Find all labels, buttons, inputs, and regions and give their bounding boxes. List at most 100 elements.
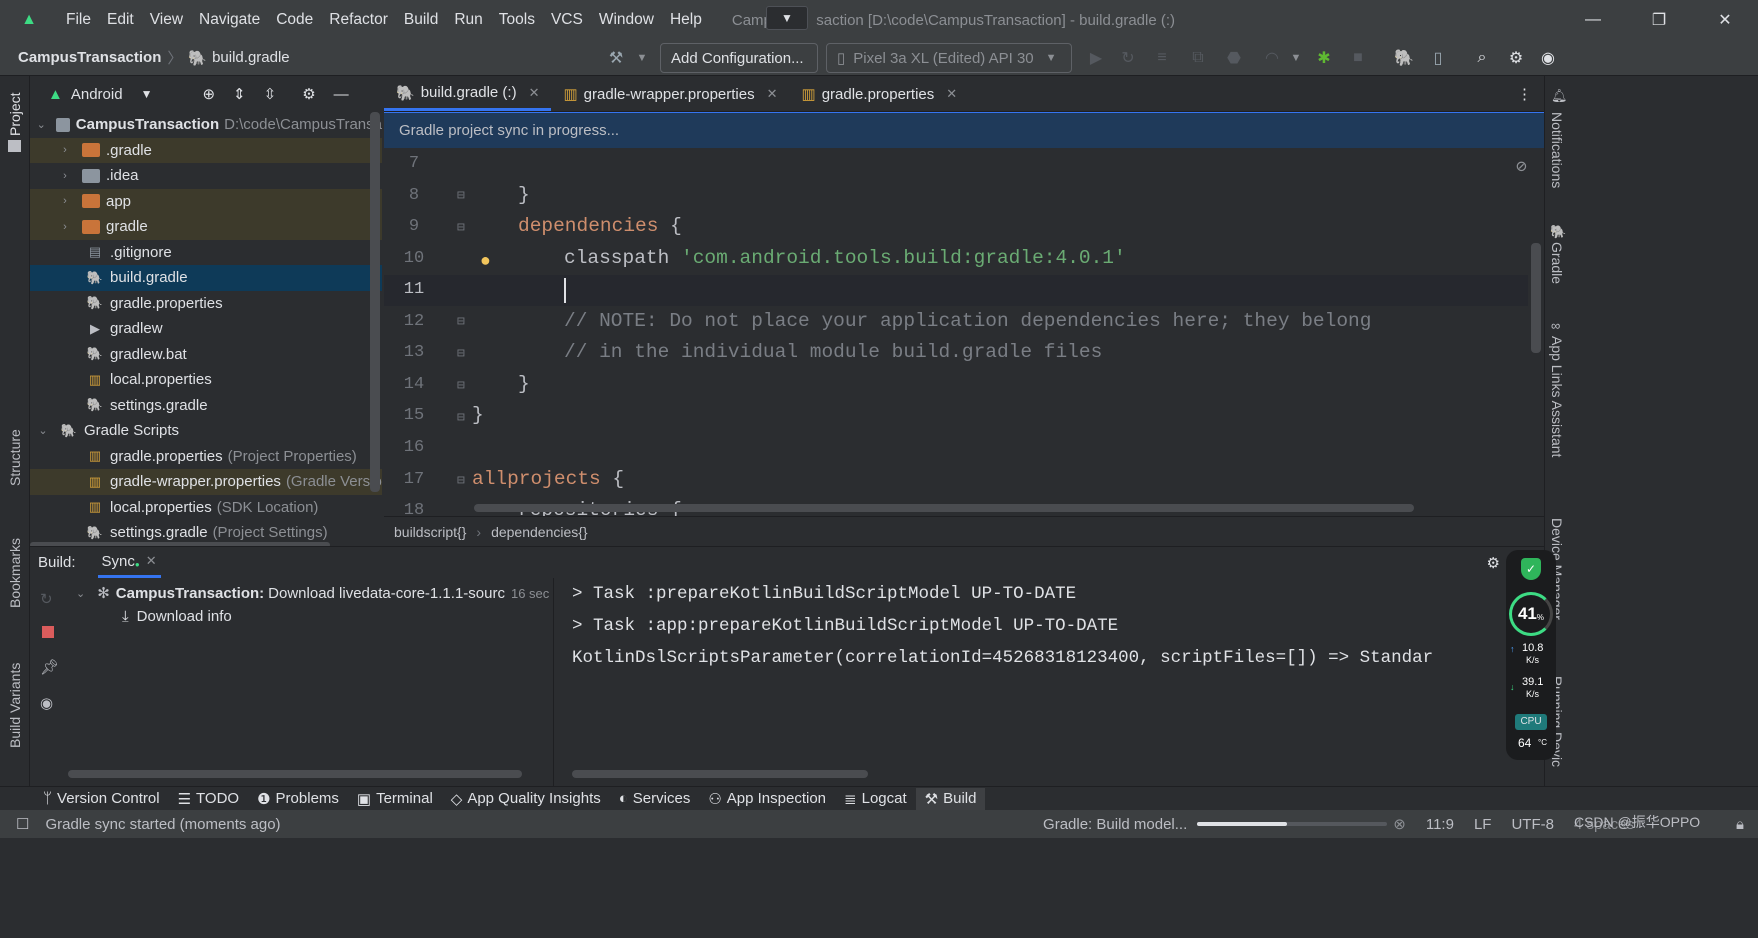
chevron-down-icon[interactable]: ▼ [630, 46, 654, 70]
menu-refactor[interactable]: Refactor [321, 11, 396, 29]
menu-window[interactable]: Window [591, 11, 662, 29]
tool-gradle-label[interactable]: Gradle [1549, 242, 1565, 284]
lightbulb-icon[interactable]: ● [480, 252, 491, 272]
chevron-down-icon[interactable]: ▼ [766, 6, 808, 30]
tool-app-quality-insights[interactable]: ◇ App Quality Insights [442, 788, 610, 810]
fold-marker-icon[interactable]: ⊟ [457, 473, 465, 488]
tool-todo[interactable]: ☰ TODO [169, 788, 249, 810]
chevron-down-icon[interactable]: ⌄ [36, 118, 46, 131]
chevron-right-icon[interactable]: › [58, 221, 72, 233]
stop-icon[interactable]: ■ [1346, 46, 1370, 70]
restore-icon[interactable]: ❐ [1626, 0, 1692, 40]
no-highlight-icon[interactable]: ⊘ [1516, 156, 1527, 178]
tree-node-settings-gradle-2[interactable]: 🐘 settings.gradle (Project Settings) [30, 520, 382, 542]
bell-icon[interactable]: 🔔︎ [1551, 88, 1568, 104]
debug-attach-icon[interactable]: ⬣ [1222, 46, 1246, 70]
menu-navigate[interactable]: Navigate [191, 11, 268, 29]
chevron-down-icon[interactable]: ⌄ [76, 587, 85, 600]
fold-marker-icon[interactable]: ⊟ [457, 188, 465, 203]
rerun-icon[interactable]: ↻ [40, 590, 53, 608]
tool-terminal[interactable]: ▣ Terminal [348, 788, 442, 810]
build-tree-hscrollbar[interactable] [68, 770, 522, 778]
tool-version-control[interactable]: ᛘ Version Control [34, 788, 169, 810]
tree-node-idea[interactable]: › .idea [30, 163, 382, 189]
gear-icon[interactable]: ⚙ [302, 85, 315, 103]
tree-node-app[interactable]: › app [30, 188, 382, 214]
gradle-elephant-icon[interactable]: 🐘 [1550, 224, 1566, 240]
locate-icon[interactable]: ⊕ [202, 85, 215, 103]
close-tab-icon[interactable]: ✕ [146, 553, 157, 569]
tab-build-gradle[interactable]: 🐘 build.gradle (:) ✕ [384, 77, 552, 111]
tree-node-gradle[interactable]: › gradle [30, 214, 382, 240]
tool-services[interactable]: ◐ Services [610, 788, 700, 810]
tree-node-local-properties[interactable]: ▥ local.properties [30, 367, 382, 393]
rerun-icon[interactable]: ↻ [1116, 46, 1140, 70]
tool-build[interactable]: ⚒ Build [915, 787, 986, 810]
more-tabs-icon[interactable]: ⋮ [1517, 77, 1544, 111]
menu-code[interactable]: Code [268, 11, 321, 29]
chevron-right-icon[interactable]: › [58, 144, 72, 156]
tool-app-links-label[interactable]: App Links Assistant [1549, 336, 1565, 457]
apply-code-changes-icon[interactable]: ⧉ [1186, 46, 1210, 70]
editor-hscrollbar[interactable] [474, 504, 1414, 512]
expand-all-icon[interactable]: ⇕ [233, 85, 246, 103]
tool-bookmarks-label[interactable]: Bookmarks [7, 538, 23, 608]
chevron-down-icon[interactable]: ▼ [141, 87, 153, 101]
close-tab-icon[interactable]: ✕ [767, 86, 778, 102]
console-hscrollbar[interactable] [572, 770, 868, 778]
build-subitem[interactable]: ⤓ Download info [122, 608, 232, 625]
close-tab-icon[interactable]: ✕ [946, 86, 957, 102]
sync-gradle-icon[interactable]: 🐘 [1392, 46, 1416, 70]
menu-tools[interactable]: Tools [491, 11, 543, 29]
device-manager-icon[interactable]: ▯ [1426, 46, 1450, 70]
chevron-right-icon[interactable]: › [58, 195, 72, 207]
fold-marker-icon[interactable]: ⊟ [457, 378, 465, 393]
breadcrumb-project[interactable]: CampusTransaction [18, 49, 161, 66]
tree-node-root[interactable]: ⌄ CampusTransaction D:\code\CampusTransa [30, 112, 382, 138]
apply-changes-icon[interactable]: ≡ [1150, 46, 1174, 70]
fold-marker-icon[interactable]: ⊟ [457, 314, 465, 329]
code-editor[interactable]: 7 8 9 10 11 12 13 14 15 16 17 18 ⊟ ⊟ ⊟ ⊟… [384, 148, 1544, 516]
menu-view[interactable]: View [142, 11, 191, 29]
tree-node-settings-gradle[interactable]: 🐘 settings.gradle [30, 393, 382, 419]
tree-node-gradle-wrapper[interactable]: ▥ gradle-wrapper.properties (Gradle Vers… [30, 469, 382, 495]
fold-marker-icon[interactable]: ⊟ [457, 220, 465, 235]
status-caret-position[interactable]: 11:9 [1426, 816, 1454, 833]
profile-icon[interactable]: ◠ [1260, 46, 1284, 70]
debug-icon[interactable]: ✱ [1312, 46, 1336, 70]
minimize-icon[interactable]: — [1560, 0, 1626, 40]
status-encoding[interactable]: UTF-8 [1511, 816, 1554, 833]
status-progress-label[interactable]: Gradle: Build model... [1043, 816, 1187, 833]
close-icon[interactable]: ✕ [1692, 0, 1758, 40]
status-message[interactable]: Gradle sync started (moments ago) [45, 816, 280, 833]
cancel-icon[interactable]: ⊗ [1393, 815, 1406, 833]
run-icon[interactable]: ▶ [1084, 46, 1108, 70]
tab-gradle-properties[interactable]: ▥ gradle.properties ✕ [790, 77, 970, 111]
status-line-separator[interactable]: LF [1474, 816, 1492, 833]
tree-node-gradlew-bat[interactable]: 🐘 gradlew.bat [30, 342, 382, 368]
stop-icon[interactable] [42, 626, 54, 638]
tree-node-gitignore[interactable]: ▤ .gitignore [30, 240, 382, 266]
add-configuration-button[interactable]: Add Configuration... [660, 43, 818, 73]
tool-app-inspection[interactable]: ⚇ App Inspection [699, 788, 835, 810]
tree-node-dot-gradle[interactable]: › .gradle [30, 137, 382, 163]
android-sdk-icon[interactable]: ◉ [1536, 46, 1560, 70]
tree-node-local-properties-2[interactable]: ▥ local.properties (SDK Location) [30, 495, 382, 521]
tree-node-gradle-properties-2[interactable]: ▥ gradle.properties (Project Properties) [30, 444, 382, 470]
build-console[interactable]: > Task :prepareKotlinBuildScriptModel UP… [556, 578, 1506, 786]
fold-marker-icon[interactable]: ⊟ [457, 410, 465, 425]
tree-node-gradle-scripts[interactable]: ⌄ 🐘 Gradle Scripts [30, 418, 382, 444]
tab-sync[interactable]: Sync ● ✕ [97, 548, 161, 578]
menu-vcs[interactable]: VCS [543, 11, 591, 29]
tree-node-build-gradle[interactable]: 🐘 build.gradle [30, 265, 382, 291]
device-selector[interactable]: ▯ Pixel 3a XL (Edited) API 30 ▼ [826, 43, 1072, 73]
fold-marker-icon[interactable]: ⊟ [457, 346, 465, 361]
build-task-row[interactable]: ⌄ ✻ CampusTransaction: Download livedata… [76, 584, 556, 603]
close-tab-icon[interactable]: ✕ [529, 85, 540, 101]
pin-icon[interactable]: 📌︎ [40, 658, 59, 676]
breadcrumb-dependencies[interactable]: dependencies{} [491, 524, 588, 540]
gear-icon[interactable]: ⚙ [1487, 554, 1500, 572]
tool-project-label[interactable]: Project [7, 92, 23, 136]
menu-file[interactable]: File [58, 11, 99, 29]
breadcrumb-buildscript[interactable]: buildscript{} [394, 524, 466, 540]
